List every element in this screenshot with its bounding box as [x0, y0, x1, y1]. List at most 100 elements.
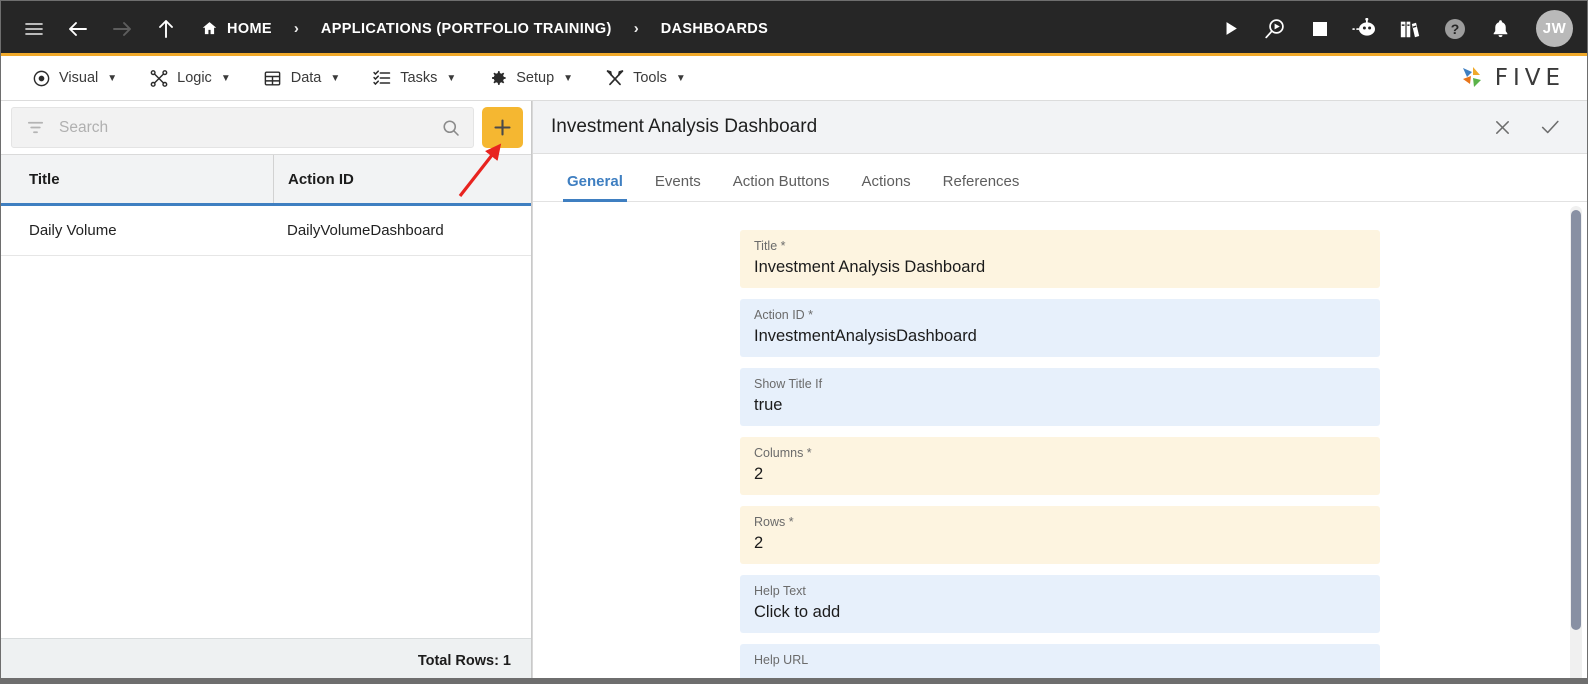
stop-icon[interactable] — [1307, 16, 1333, 42]
chatbot-icon[interactable] — [1352, 16, 1378, 42]
tab-action-buttons[interactable]: Action Buttons — [717, 173, 846, 201]
detail-panel: Investment Analysis Dashboard General Ev… — [532, 101, 1587, 683]
breadcrumb-label-home: HOME — [227, 20, 272, 37]
search-input[interactable]: Search — [11, 107, 474, 148]
cell-title: Daily Volume — [29, 222, 117, 239]
avatar[interactable]: JW — [1536, 10, 1573, 47]
column-header-action-id[interactable]: Action ID — [273, 155, 531, 203]
field-label-columns: Columns * — [754, 445, 812, 460]
left-list-panel: Search Title Action ID Daily Volume Dail… — [1, 101, 532, 683]
plus-icon — [494, 119, 511, 136]
menu-label-data: Data — [290, 70, 322, 86]
vertical-scrollbar[interactable] — [1570, 206, 1582, 683]
help-question-icon[interactable]: ? — [1442, 16, 1468, 42]
form-scroll-area: Title * Investment Analysis Dashboard Ac… — [533, 202, 1587, 683]
breadcrumb-separator: › — [293, 20, 299, 37]
menu-item-tasks[interactable]: Tasks ▼ — [356, 56, 472, 100]
search-placeholder: Search — [59, 118, 109, 136]
grid-footer: Total Rows: 1 — [1, 638, 531, 683]
chevron-down-icon: ▼ — [220, 72, 231, 84]
field-value-help-text: Click to add — [754, 602, 841, 621]
breadcrumb: HOME › APPLICATIONS (PORTFOLIO TRAINING)… — [201, 20, 768, 37]
home-icon — [201, 20, 218, 37]
field-rows[interactable]: Rows * 2 — [740, 505, 1380, 564]
breadcrumb-item-home[interactable]: HOME — [201, 20, 272, 37]
field-label-rows: Rows * — [754, 514, 794, 529]
menu-label-visual: Visual — [59, 70, 99, 86]
menu-item-visual[interactable]: Visual ▼ — [15, 56, 133, 100]
field-show-title-if[interactable]: Show Title If true — [740, 367, 1380, 426]
breadcrumb-separator: › — [633, 20, 639, 37]
grid-rows: Daily Volume DailyVolumeDashboard — [1, 206, 531, 638]
chevron-down-icon: ▼ — [675, 72, 686, 84]
search-toolbar: Search — [1, 101, 531, 154]
field-title[interactable]: Title * Investment Analysis Dashboard — [740, 230, 1380, 288]
menu-label-tasks: Tasks — [400, 70, 438, 86]
five-logo: FIVE — [1458, 64, 1571, 92]
menu-label-setup: Setup — [516, 70, 555, 86]
menu-icon[interactable] — [21, 16, 47, 42]
debug-search-icon[interactable] — [1262, 16, 1288, 42]
menu-item-tools[interactable]: Tools ▼ — [589, 56, 702, 100]
chevron-down-icon: ▼ — [563, 72, 574, 84]
five-logo-text: FIVE — [1494, 65, 1565, 91]
field-value-columns: 2 — [754, 464, 764, 483]
breadcrumb-item-dashboards[interactable]: DASHBOARDS — [661, 21, 768, 37]
detail-header: Investment Analysis Dashboard — [533, 101, 1587, 154]
gear-icon — [488, 68, 508, 88]
tab-general[interactable]: General — [551, 173, 639, 202]
avatar-initials: JW — [1542, 20, 1567, 37]
navigation-icon-group — [21, 16, 179, 42]
field-value-show-title-if: true — [754, 395, 783, 414]
top-navigation-bar: HOME › APPLICATIONS (PORTFOLIO TRAINING)… — [1, 1, 1587, 56]
breadcrumb-item-applications[interactable]: APPLICATIONS (PORTFOLIO TRAINING) — [321, 21, 612, 37]
cell-action-id: DailyVolumeDashboard — [287, 222, 444, 239]
tab-references[interactable]: References — [927, 173, 1036, 201]
records-grid: Title Action ID Daily Volume DailyVolume… — [1, 154, 531, 683]
breadcrumb-label-applications: APPLICATIONS (PORTFOLIO TRAINING) — [320, 20, 612, 37]
page-title: Investment Analysis Dashboard — [551, 116, 818, 137]
confirm-check-icon[interactable] — [1539, 116, 1561, 138]
up-arrow-icon[interactable] — [153, 16, 179, 42]
tools-cross-icon — [605, 68, 625, 88]
logic-nodes-icon — [149, 68, 169, 88]
field-label-help-url: Help URL — [754, 652, 809, 667]
five-logo-mark — [1462, 67, 1481, 87]
menu-item-logic[interactable]: Logic ▼ — [133, 56, 247, 100]
play-icon[interactable] — [1217, 16, 1243, 42]
back-arrow-icon[interactable] — [65, 16, 91, 42]
menu-label-tools: Tools — [633, 70, 667, 86]
menu-item-data[interactable]: Data ▼ — [247, 56, 357, 100]
scrollbar-thumb[interactable] — [1571, 210, 1581, 630]
main-body: Search Title Action ID Daily Volume Dail… — [1, 101, 1587, 683]
field-label-action-id: Action ID * — [754, 307, 814, 322]
checklist-icon — [372, 68, 392, 88]
menu-item-setup[interactable]: Setup ▼ — [472, 56, 589, 100]
field-value-rows: 2 — [754, 533, 764, 552]
field-value-action-id: InvestmentAnalysisDashboard — [754, 326, 977, 345]
table-row[interactable]: Daily Volume DailyVolumeDashboard — [1, 206, 531, 256]
magnifier-icon[interactable] — [441, 118, 461, 138]
chevron-down-icon: ▼ — [330, 72, 341, 84]
field-value-title: Investment Analysis Dashboard — [754, 257, 986, 276]
topbar-action-icons: ? JW — [1217, 10, 1573, 47]
column-header-title[interactable]: Title — [1, 155, 273, 203]
filter-funnel-icon[interactable] — [26, 118, 45, 137]
tab-actions[interactable]: Actions — [845, 173, 926, 201]
detail-header-actions — [1492, 116, 1561, 138]
field-action-id[interactable]: Action ID * InvestmentAnalysisDashboard — [740, 298, 1380, 357]
application-window: HOME › APPLICATIONS (PORTFOLIO TRAINING)… — [0, 0, 1588, 684]
field-help-text[interactable]: Help Text Click to add — [740, 574, 1380, 633]
field-label-title: Title * — [754, 239, 786, 253]
library-books-icon[interactable] — [1397, 16, 1423, 42]
window-bottom-edge — [1, 678, 1587, 683]
tab-events[interactable]: Events — [639, 173, 717, 201]
close-icon[interactable] — [1492, 117, 1513, 138]
field-columns[interactable]: Columns * 2 — [740, 436, 1380, 495]
add-record-button[interactable] — [482, 107, 523, 148]
table-grid-icon — [263, 68, 283, 88]
bell-notification-icon[interactable] — [1487, 16, 1513, 42]
forward-arrow-icon[interactable] — [109, 16, 135, 42]
menu-bar: Visual ▼ Logic ▼ Data ▼ Tasks ▼ Setup ▼ … — [1, 56, 1587, 101]
breadcrumb-label-dashboards: DASHBOARDS — [660, 20, 769, 37]
